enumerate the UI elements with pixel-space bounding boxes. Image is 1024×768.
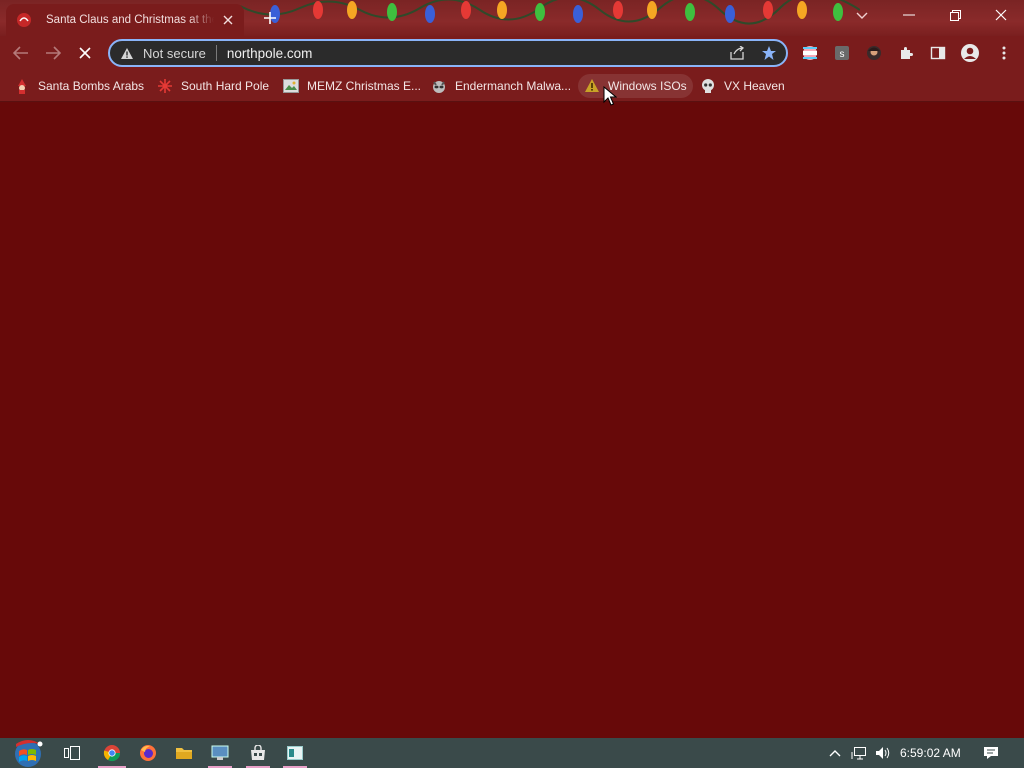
stop-loading-icon[interactable] <box>72 40 98 66</box>
image-icon <box>283 78 299 94</box>
raccoon-icon <box>431 78 447 94</box>
minimize-icon[interactable] <box>886 0 932 30</box>
bookmark-vx-heaven[interactable]: VX Heaven <box>694 74 791 98</box>
back-arrow-icon[interactable] <box>8 40 34 66</box>
firefox-taskbar-icon[interactable] <box>130 738 166 768</box>
profile-icon[interactable] <box>960 43 980 63</box>
bookmark-south-hard-pole[interactable]: South Hard Pole <box>151 74 275 98</box>
volume-icon[interactable] <box>874 745 892 761</box>
active-tab[interactable]: Santa Claus and Christmas at the North P… <box>6 4 244 36</box>
bookmarks-bar: Santa Bombs Arabs South Hard Pole MEMZ C… <box>0 70 1024 102</box>
sheet-app-taskbar-icon[interactable] <box>277 738 313 768</box>
snowflake-icon <box>157 78 173 94</box>
bookmark-endermanch-malware[interactable]: Endermanch Malwa... <box>425 74 577 98</box>
menu-kebab-icon[interactable] <box>994 43 1014 63</box>
s-extension-icon[interactable]: s <box>832 43 852 63</box>
forward-arrow-icon[interactable] <box>40 40 66 66</box>
santa-icon <box>14 78 30 94</box>
tab-title: Santa Claus and Christmas at the North P… <box>46 14 214 26</box>
restore-icon[interactable] <box>932 0 978 30</box>
url-text[interactable]: northpole.com <box>227 46 726 61</box>
close-window-icon[interactable] <box>978 0 1024 30</box>
christmas-lights-theme <box>240 0 860 25</box>
bookmark-santa-bombs-arabs[interactable]: Santa Bombs Arabs <box>8 74 150 98</box>
side-panel-icon[interactable] <box>928 43 948 63</box>
skull-icon <box>700 78 716 94</box>
show-hidden-icons-chevron-icon[interactable] <box>826 745 844 761</box>
bookmark-windows-isos[interactable]: Windows ISOs <box>578 74 693 98</box>
svg-text:s: s <box>840 49 845 60</box>
bookmark-memz-christmas[interactable]: MEMZ Christmas E... <box>277 74 427 98</box>
action-center-icon[interactable] <box>982 745 1000 761</box>
browser-toolbar: Not secure northpole.com s <box>0 36 1024 70</box>
mouse-cursor-icon <box>603 86 617 106</box>
file-explorer-taskbar-icon[interactable] <box>166 738 202 768</box>
close-tab-icon[interactable] <box>220 12 236 28</box>
network-icon[interactable] <box>850 745 868 761</box>
remote-desktop-taskbar-icon[interactable] <box>202 738 238 768</box>
puzzle-extensions-icon[interactable] <box>896 43 916 63</box>
start-button[interactable] <box>8 738 48 768</box>
site-favicon-icon <box>17 13 31 27</box>
title-bar: Santa Claus and Christmas at the North P… <box>0 0 1024 36</box>
windows-taskbar: 6:59:02 AM <box>0 738 1024 768</box>
bookmark-star-icon[interactable] <box>758 42 780 64</box>
page-content-area[interactable] <box>0 103 1024 738</box>
tab-search-chevron-icon[interactable] <box>850 4 874 28</box>
security-status-label[interactable]: Not secure <box>143 46 206 61</box>
warning-folder-icon <box>584 78 600 94</box>
chrome-taskbar-icon[interactable] <box>94 738 130 768</box>
share-icon[interactable] <box>726 42 748 64</box>
address-bar[interactable]: Not secure northpole.com <box>108 39 788 67</box>
avatar-extension-icon[interactable] <box>864 43 884 63</box>
address-separator <box>215 45 217 61</box>
pride-flag-extension-icon[interactable] <box>800 43 820 63</box>
store-taskbar-icon[interactable] <box>240 738 276 768</box>
new-tab-icon[interactable] <box>258 6 282 30</box>
task-view-icon[interactable] <box>54 738 90 768</box>
taskbar-clock[interactable]: 6:59:02 AM <box>900 746 961 760</box>
warning-icon[interactable] <box>119 45 135 61</box>
